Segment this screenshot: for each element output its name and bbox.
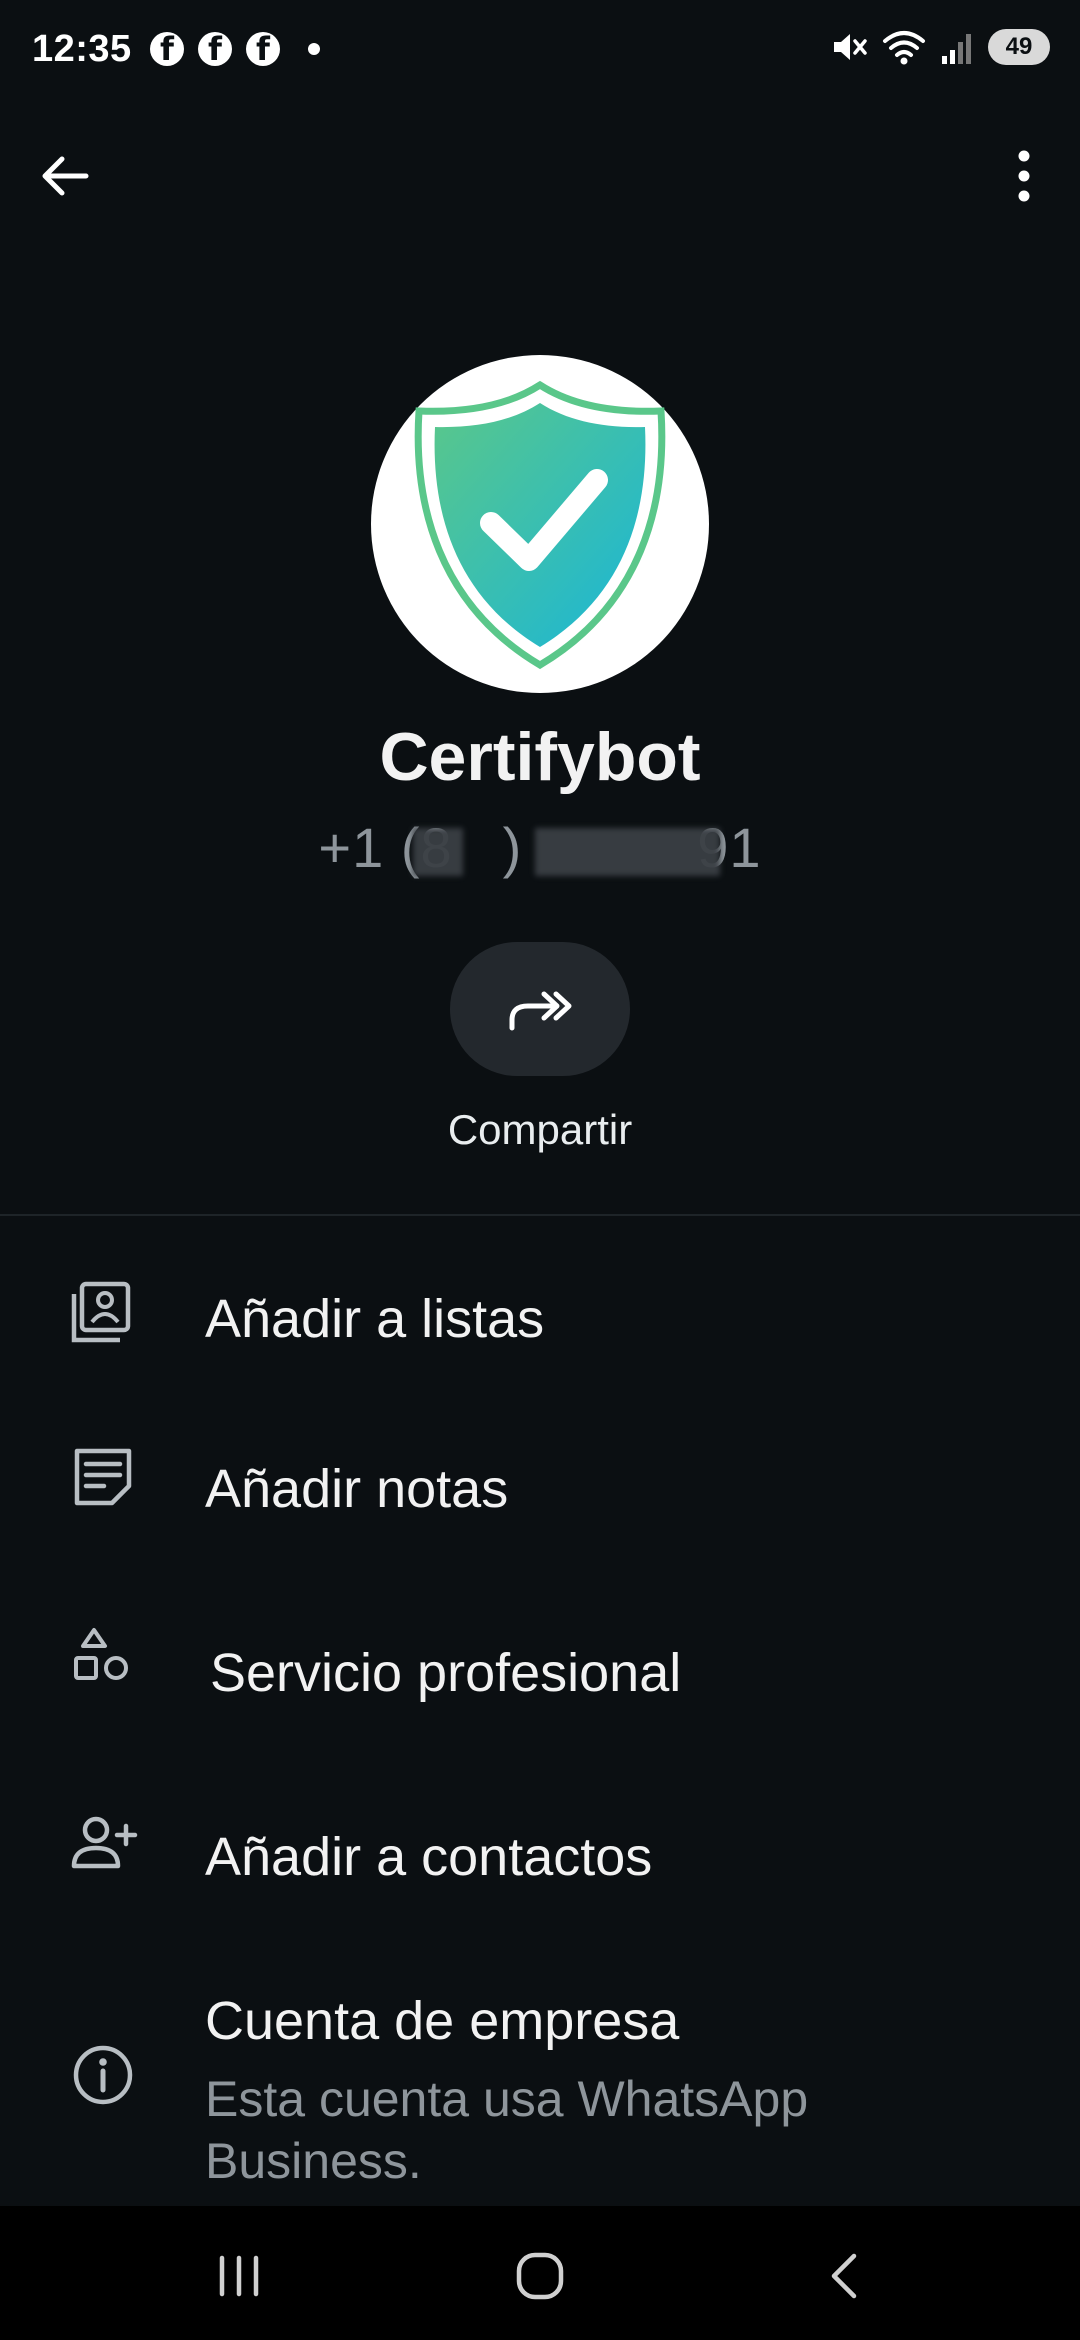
back-chevron-icon xyxy=(831,2253,857,2299)
menu-item-business-account[interactable]: Cuenta de empresa Esta cuenta usa WhatsA… xyxy=(0,1980,1080,2190)
back-button[interactable] xyxy=(36,146,96,206)
facebook-icon: f xyxy=(246,30,280,68)
status-bar: 12:35 f f f 49 xyxy=(0,0,1080,100)
contact-name: Certifybot xyxy=(379,719,701,795)
redacted-digits xyxy=(413,828,463,876)
status-time: 12:35 xyxy=(32,28,132,70)
menu-sublabel: Esta cuenta usa WhatsApp Business. xyxy=(205,2071,809,2189)
back-nav-button[interactable] xyxy=(800,2236,890,2316)
share-forward-icon xyxy=(509,991,572,1031)
menu-item-add-notes[interactable]: Añadir notas xyxy=(0,1428,1080,1548)
info-icon xyxy=(73,2045,133,2105)
facebook-icon: f xyxy=(198,30,232,68)
system-nav-bar xyxy=(0,2206,1080,2340)
menu-label: Servicio profesional xyxy=(210,1643,682,1703)
menu-label: Añadir a contactos xyxy=(205,1827,653,1887)
share-button[interactable] xyxy=(450,942,630,1076)
lists-icon xyxy=(71,1281,131,1343)
home-icon xyxy=(516,2252,564,2300)
menu-item-professional-service[interactable]: Servicio profesional xyxy=(0,1612,1080,1732)
menu-label: Añadir notas xyxy=(205,1459,509,1519)
facebook-icon: f xyxy=(150,30,184,68)
share-label: Compartir xyxy=(447,1106,633,1153)
phone-mid: ) xyxy=(502,816,523,879)
menu-label: Añadir a listas xyxy=(205,1289,545,1349)
recents-button[interactable] xyxy=(194,2236,284,2316)
arrow-left-icon xyxy=(42,156,89,196)
wifi-icon xyxy=(883,31,925,65)
menu-item-add-to-contacts[interactable]: Añadir a contactos xyxy=(0,1796,1080,1916)
section-divider xyxy=(0,1214,1080,1216)
notification-dot xyxy=(308,43,320,55)
more-options-button[interactable] xyxy=(994,146,1054,206)
add-person-icon xyxy=(71,1816,138,1869)
notes-icon xyxy=(74,1448,132,1506)
shapes-icon xyxy=(74,1628,128,1680)
shield-check-icon xyxy=(414,380,666,670)
mute-icon xyxy=(834,34,867,60)
menu-label: Cuenta de empresa xyxy=(205,1991,680,2051)
redacted-digits xyxy=(535,828,720,876)
battery-indicator: 49 xyxy=(988,29,1050,65)
signal-icon xyxy=(942,34,971,64)
home-button[interactable] xyxy=(495,2236,585,2316)
menu-item-add-to-lists[interactable]: Añadir a listas xyxy=(0,1258,1080,1378)
profile-avatar[interactable] xyxy=(371,355,709,693)
more-vert-icon xyxy=(1018,150,1030,202)
contact-info-screen: 12:35 f f f 49 Certifybot +1 (8) 91 Com… xyxy=(0,0,1080,2340)
status-icons: 49 xyxy=(830,28,1050,66)
notification-icons: f f f xyxy=(150,30,320,68)
recents-icon xyxy=(219,2255,259,2297)
